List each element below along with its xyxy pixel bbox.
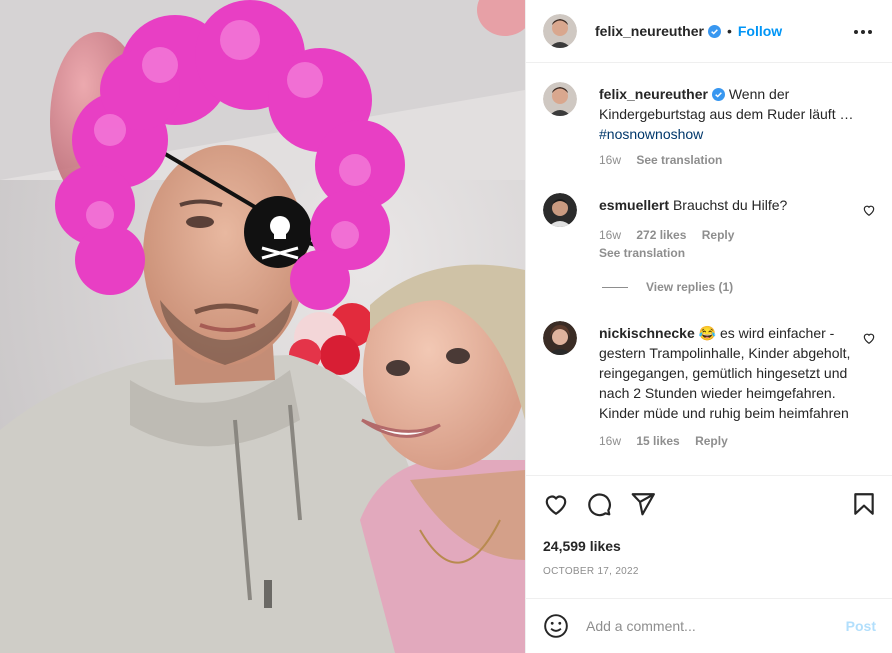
separator-dot: •: [726, 23, 732, 39]
like-comment-heart-icon[interactable]: [862, 331, 876, 345]
comment-time[interactable]: 16w: [599, 228, 621, 242]
comment-input[interactable]: [586, 613, 826, 639]
author-avatar-small[interactable]: [543, 82, 577, 116]
author-avatar[interactable]: [543, 14, 577, 48]
add-comment-bar: Post: [526, 598, 892, 653]
heart-icon[interactable]: [543, 491, 569, 517]
caption-hashtag[interactable]: #nosnownoshow: [599, 126, 703, 142]
verified-badge-icon: [707, 24, 721, 38]
comment-icon[interactable]: [586, 491, 612, 517]
comment-likes[interactable]: 272 likes: [636, 228, 686, 242]
view-replies-label: View replies (1): [646, 280, 734, 294]
comment-emoji: 😂: [698, 325, 717, 341]
reply-button[interactable]: Reply: [695, 434, 728, 448]
comment-likes[interactable]: 15 likes: [636, 434, 679, 448]
post-actions: 24,599 likes OCTOBER 17, 2022: [526, 475, 892, 598]
view-replies-button[interactable]: View replies (1): [602, 280, 733, 294]
like-comment-heart-icon[interactable]: [862, 203, 876, 217]
see-translation-button[interactable]: See translation: [636, 153, 722, 167]
reply-button[interactable]: Reply: [702, 228, 735, 242]
caption-username[interactable]: felix_neureuther: [599, 86, 708, 102]
see-translation-button[interactable]: See translation: [599, 246, 685, 260]
post-details-panel: felix_neureuther • Follow felix_neureuth…: [525, 0, 892, 653]
comments-list[interactable]: felix_neureuther Wenn der Kindergeburtst…: [526, 64, 892, 474]
more-horizontal-icon[interactable]: [853, 22, 873, 42]
commenter-username[interactable]: esmuellert: [599, 197, 669, 213]
follow-button[interactable]: Follow: [738, 23, 782, 39]
bookmark-icon[interactable]: [851, 491, 877, 517]
commenter-avatar[interactable]: [543, 193, 577, 227]
comment-text: Brauchst du Hilfe?: [672, 197, 788, 213]
view-replies-line: [602, 286, 628, 288]
comment-time[interactable]: 16w: [599, 434, 621, 448]
post-header: felix_neureuther • Follow: [526, 0, 892, 63]
post-comment-button[interactable]: Post: [846, 618, 876, 634]
commenter-username[interactable]: nickischnecke: [599, 325, 695, 341]
post-date[interactable]: OCTOBER 17, 2022: [543, 566, 639, 577]
commenter-avatar[interactable]: [543, 321, 577, 355]
author-username[interactable]: felix_neureuther: [595, 23, 704, 39]
likes-count[interactable]: 24,599 likes: [543, 538, 621, 554]
instagram-post-window: felix_neureuther • Follow felix_neureuth…: [0, 0, 892, 653]
caption-time[interactable]: 16w: [599, 153, 621, 167]
post-photo[interactable]: [0, 0, 525, 653]
verified-badge-icon: [711, 88, 725, 101]
post-photo-illustration: [0, 0, 525, 653]
send-icon[interactable]: [630, 491, 656, 517]
emoji-icon[interactable]: [543, 613, 569, 639]
